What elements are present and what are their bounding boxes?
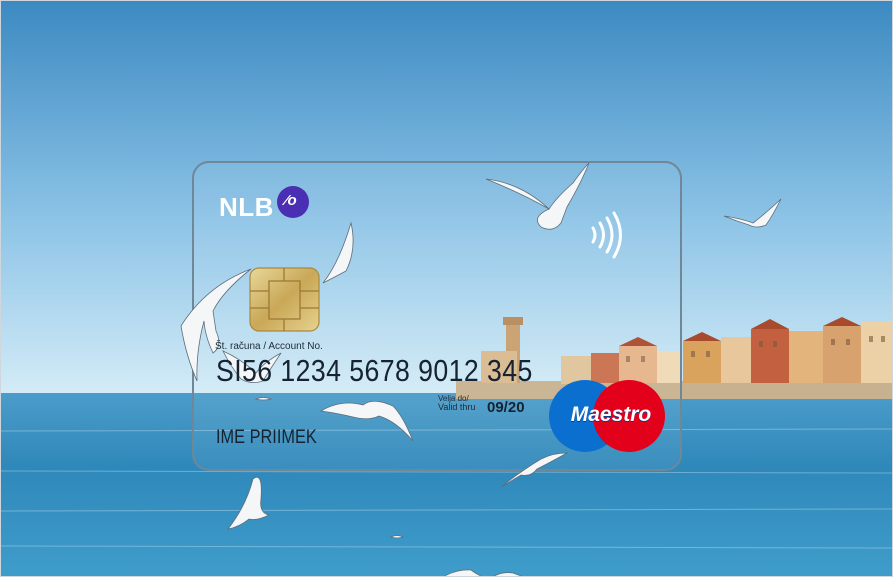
bank-logo-text: NLB — [219, 192, 274, 222]
background-scene — [1, 1, 892, 576]
cardholder-name: IME PRIIMEK — [216, 427, 317, 448]
maestro-wordmark: Maestro — [570, 403, 652, 426]
bank-badge-mark: ⁄o — [285, 192, 297, 209]
account-number: SI56 1234 5678 9012 345 — [216, 353, 533, 388]
bank-logo-badge: ⁄o — [277, 186, 309, 218]
valid-thru-date: 09/20 — [487, 399, 525, 416]
valid-label-english: Valid thru — [438, 402, 476, 412]
chip-icon — [249, 267, 320, 332]
account-label: Št. računa / Account No. — [215, 341, 323, 352]
card-photo: NLB ⁄o Št. računa / Account No. SI56 123… — [0, 0, 893, 577]
